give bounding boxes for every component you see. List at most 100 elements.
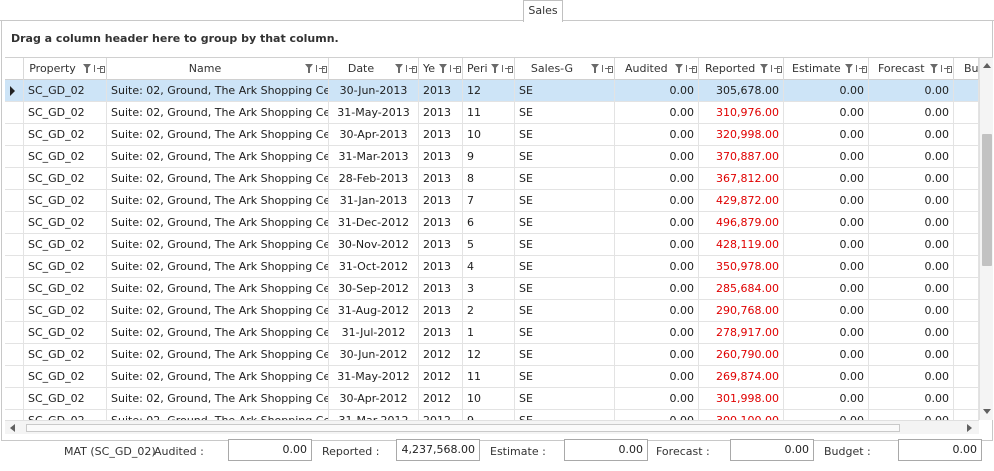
cell-period[interactable]: 10	[463, 388, 515, 410]
cell-period[interactable]: 4	[463, 256, 515, 278]
filter-icon[interactable]	[395, 64, 403, 73]
cell-budget[interactable]	[954, 212, 979, 234]
reported-field[interactable]: 4,237,568.00	[396, 439, 480, 461]
cell-property[interactable]: SC_GD_02	[24, 322, 107, 344]
vertical-scrollbar[interactable]	[979, 58, 993, 420]
cell-reported[interactable]: 320,998.00	[699, 124, 784, 146]
cell-budget[interactable]	[954, 146, 979, 168]
cell-property[interactable]: SC_GD_02	[24, 190, 107, 212]
row-indicator[interactable]	[5, 124, 24, 146]
forecast-field[interactable]: 0.00	[730, 439, 814, 461]
cell-property[interactable]: SC_GD_02	[24, 366, 107, 388]
cell-sales-group[interactable]: SE	[515, 388, 615, 410]
pin-icon[interactable]	[502, 65, 513, 73]
cell-name[interactable]: Suite: 02, Ground, The Ark Shopping Cent	[107, 322, 329, 344]
cell-name[interactable]: Suite: 02, Ground, The Ark Shopping Cent	[107, 234, 329, 256]
pin-icon[interactable]	[406, 65, 417, 73]
scroll-up-icon[interactable]	[983, 63, 991, 68]
cell-sales-group[interactable]: SE	[515, 344, 615, 366]
cell-sales-group[interactable]: SE	[515, 256, 615, 278]
pin-icon[interactable]	[856, 65, 867, 73]
cell-sales-group[interactable]: SE	[515, 366, 615, 388]
cell-reported[interactable]: 305,678.00	[699, 80, 784, 102]
cell-sales-group[interactable]: SE	[515, 300, 615, 322]
cell-year[interactable]: 2013	[419, 80, 463, 102]
cell-date[interactable]: 30-Jun-2013	[329, 80, 419, 102]
table-row[interactable]: SC_GD_02Suite: 02, Ground, The Ark Shopp…	[5, 234, 979, 256]
cell-audited[interactable]: 0.00	[615, 146, 699, 168]
cell-property[interactable]: SC_GD_02	[24, 212, 107, 234]
cell-audited[interactable]: 0.00	[615, 124, 699, 146]
cell-date[interactable]: 31-Mar-2012	[329, 410, 419, 420]
cell-budget[interactable]	[954, 300, 979, 322]
cell-period[interactable]: 9	[463, 146, 515, 168]
cell-name[interactable]: Suite: 02, Ground, The Ark Shopping Cent	[107, 212, 329, 234]
row-indicator[interactable]	[5, 212, 24, 234]
column-header-audited[interactable]: Audited	[615, 58, 699, 80]
cell-budget[interactable]	[954, 410, 979, 420]
cell-year[interactable]: 2013	[419, 322, 463, 344]
column-header-date[interactable]: Date	[329, 58, 419, 80]
cell-audited[interactable]: 0.00	[615, 278, 699, 300]
cell-budget[interactable]	[954, 80, 979, 102]
cell-period[interactable]: 11	[463, 366, 515, 388]
cell-estimate[interactable]: 0.00	[784, 124, 869, 146]
cell-audited[interactable]: 0.00	[615, 366, 699, 388]
cell-audited[interactable]: 0.00	[615, 300, 699, 322]
cell-date[interactable]: 30-Apr-2013	[329, 124, 419, 146]
cell-reported[interactable]: 428,119.00	[699, 234, 784, 256]
cell-budget[interactable]	[954, 366, 979, 388]
table-row[interactable]: SC_GD_02Suite: 02, Ground, The Ark Shopp…	[5, 212, 979, 234]
table-row[interactable]: SC_GD_02Suite: 02, Ground, The Ark Shopp…	[5, 190, 979, 212]
cell-estimate[interactable]: 0.00	[784, 190, 869, 212]
estimate-field[interactable]: 0.00	[564, 439, 648, 461]
audited-field[interactable]: 0.00	[228, 439, 312, 461]
cell-date[interactable]: 30-Jun-2012	[329, 344, 419, 366]
cell-reported[interactable]: 370,887.00	[699, 146, 784, 168]
cell-property[interactable]: SC_GD_02	[24, 168, 107, 190]
table-row[interactable]: SC_GD_02Suite: 02, Ground, The Ark Shopp…	[5, 322, 979, 344]
table-row[interactable]: SC_GD_02Suite: 02, Ground, The Ark Shopp…	[5, 278, 979, 300]
pin-icon[interactable]	[602, 65, 613, 73]
cell-reported[interactable]: 260,790.00	[699, 344, 784, 366]
cell-budget[interactable]	[954, 168, 979, 190]
cell-forecast[interactable]: 0.00	[869, 190, 954, 212]
pin-icon[interactable]	[316, 65, 327, 73]
horizontal-scrollbar[interactable]	[5, 420, 979, 434]
budget-field[interactable]: 0.00	[898, 439, 982, 461]
cell-estimate[interactable]: 0.00	[784, 388, 869, 410]
cell-period[interactable]: 9	[463, 410, 515, 420]
cell-period[interactable]: 12	[463, 344, 515, 366]
cell-estimate[interactable]: 0.00	[784, 212, 869, 234]
cell-date[interactable]: 30-Sep-2012	[329, 278, 419, 300]
cell-sales-group[interactable]: SE	[515, 322, 615, 344]
table-row[interactable]: SC_GD_02Suite: 02, Ground, The Ark Shopp…	[5, 80, 979, 102]
cell-period[interactable]: 5	[463, 234, 515, 256]
cell-period[interactable]: 1	[463, 322, 515, 344]
cell-period[interactable]: 11	[463, 102, 515, 124]
cell-year[interactable]: 2013	[419, 124, 463, 146]
filter-icon[interactable]	[760, 64, 768, 73]
table-row[interactable]: SC_GD_02Suite: 02, Ground, The Ark Shopp…	[5, 256, 979, 278]
filter-icon[interactable]	[83, 64, 91, 73]
filter-icon[interactable]	[930, 64, 938, 73]
cell-budget[interactable]	[954, 278, 979, 300]
cell-forecast[interactable]: 0.00	[869, 168, 954, 190]
cell-name[interactable]: Suite: 02, Ground, The Ark Shopping Cent	[107, 366, 329, 388]
cell-period[interactable]: 3	[463, 278, 515, 300]
cell-forecast[interactable]: 0.00	[869, 80, 954, 102]
cell-year[interactable]: 2012	[419, 344, 463, 366]
row-indicator[interactable]	[5, 300, 24, 322]
cell-year[interactable]: 2013	[419, 190, 463, 212]
cell-sales-group[interactable]: SE	[515, 410, 615, 420]
cell-estimate[interactable]: 0.00	[784, 410, 869, 420]
scroll-right-icon[interactable]	[967, 424, 972, 432]
column-header-forecast[interactable]: Forecast	[869, 58, 954, 80]
cell-estimate[interactable]: 0.00	[784, 256, 869, 278]
cell-forecast[interactable]: 0.00	[869, 256, 954, 278]
cell-date[interactable]: 30-Nov-2012	[329, 234, 419, 256]
cell-audited[interactable]: 0.00	[615, 234, 699, 256]
filter-icon[interactable]	[675, 64, 683, 73]
cell-year[interactable]: 2013	[419, 168, 463, 190]
cell-name[interactable]: Suite: 02, Ground, The Ark Shopping Cent	[107, 278, 329, 300]
